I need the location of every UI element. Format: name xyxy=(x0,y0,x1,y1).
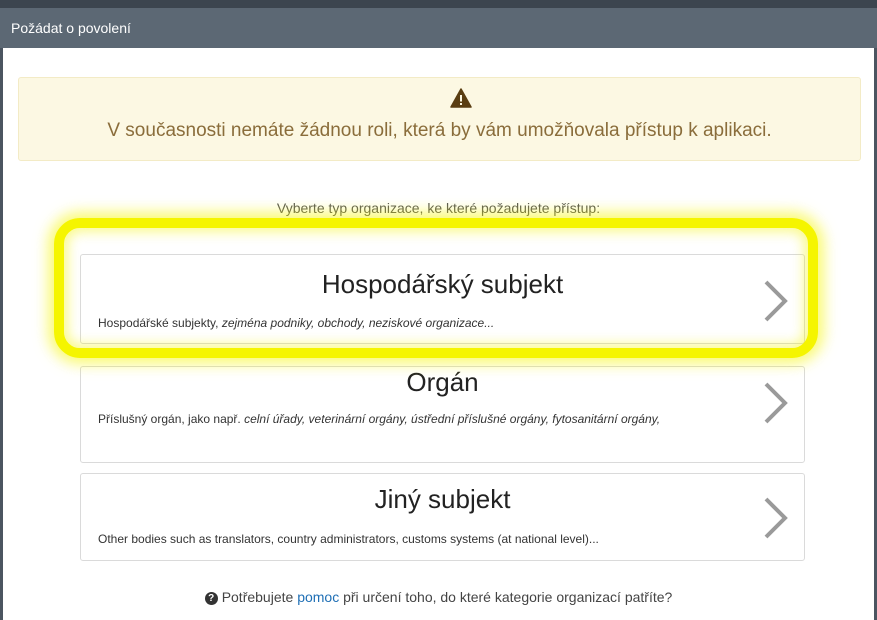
help-text: ? Potřebujete pomoc při určení toho, do k… xyxy=(0,589,877,605)
option-description: Other bodies such as translators, countr… xyxy=(98,532,599,546)
option-other-body[interactable]: Jiný subjekt Other bodies such as transl… xyxy=(80,473,805,561)
dialog-titlebar: Požádat o povolení xyxy=(0,8,877,48)
option-authority[interactable]: Orgán Příslušný orgán, jako např. celní … xyxy=(80,366,805,463)
option-title: Jiný subjekt xyxy=(374,484,511,514)
chevron-right-icon xyxy=(764,382,788,424)
option-title: Orgán xyxy=(406,367,479,397)
dialog-left-edge xyxy=(0,48,3,620)
option-economic-operator[interactable]: Hospodářský subjekt Hospodářské subjekty… xyxy=(80,254,805,344)
warning-message: V současnosti nemáte žádnou roli, která … xyxy=(107,120,772,141)
warning-triangle-icon xyxy=(450,88,472,108)
option-description: Hospodářské subjekty, zejména podniky, o… xyxy=(98,316,495,330)
question-circle-icon: ? xyxy=(204,592,218,605)
warning-alert: V současnosti nemáte žádnou roli, která … xyxy=(18,77,861,161)
help-link[interactable]: pomoc xyxy=(297,589,339,605)
window-top-strip xyxy=(0,0,877,8)
option-description: Příslušný orgán, jako např. celní úřady,… xyxy=(98,412,661,426)
organization-type-prompt: Vyberte typ organizace, ke které požaduj… xyxy=(276,200,601,216)
chevron-right-icon xyxy=(764,280,788,322)
option-title: Hospodářský subjekt xyxy=(321,269,564,299)
dialog-title: Požádat o povolení xyxy=(11,20,131,36)
chevron-right-icon xyxy=(764,497,788,539)
